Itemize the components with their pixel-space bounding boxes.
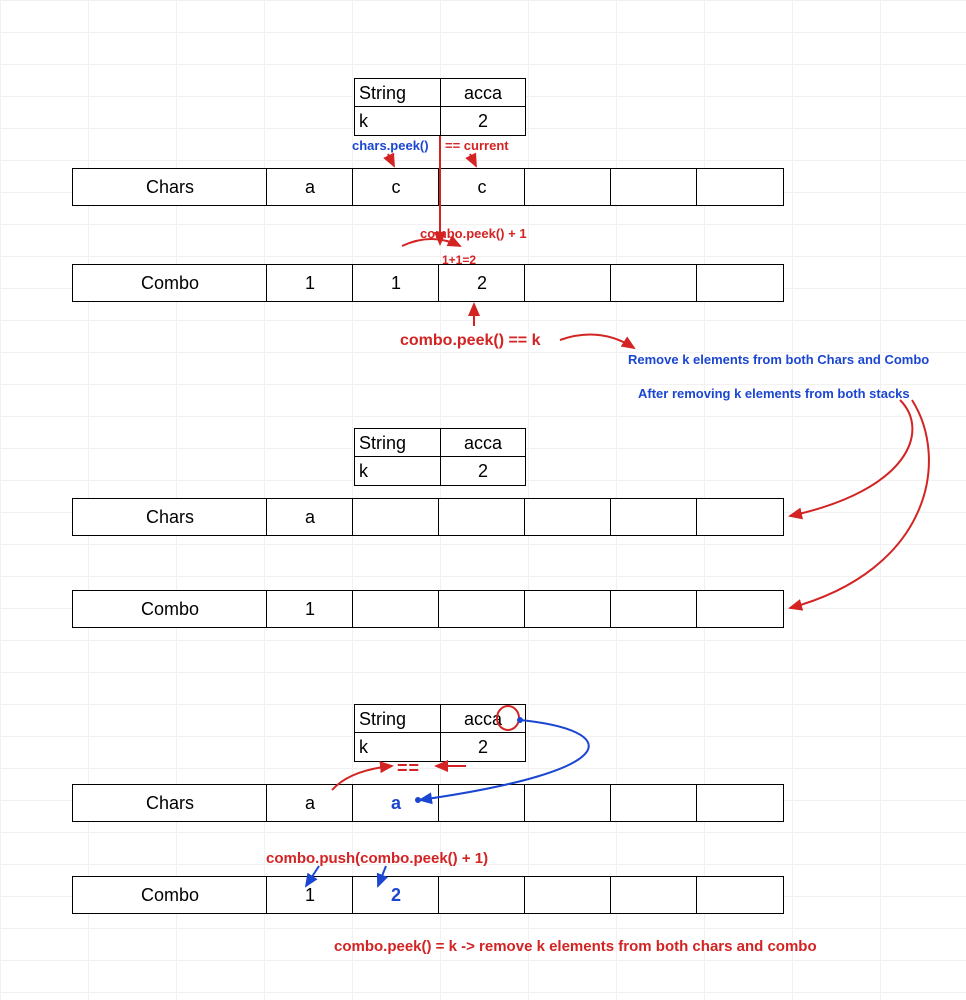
string-label-2: String (354, 428, 446, 458)
ann-eq: == (397, 758, 420, 779)
ann-eq-current: == current (445, 138, 509, 153)
combo-2-c5 (696, 590, 784, 628)
chars-3-c2 (438, 784, 526, 822)
ann-chars-peek: chars.peek() (352, 138, 429, 153)
combo-1-c0: 1 (266, 264, 354, 302)
combo-1-c4 (610, 264, 698, 302)
string-label-3: String (354, 704, 446, 734)
string-label-1: String (354, 78, 446, 108)
chars-1-c5 (696, 168, 784, 206)
combo-label-1: Combo (72, 264, 268, 302)
chars-3-c1: a (352, 784, 440, 822)
chars-1-c2: c (438, 168, 526, 206)
chars-1-c3 (524, 168, 612, 206)
chars-2-c3 (524, 498, 612, 536)
string-val-2: acca (440, 428, 526, 458)
combo-1-c2: 2 (438, 264, 526, 302)
combo-2-c3 (524, 590, 612, 628)
chars-2-c2 (438, 498, 526, 536)
k-val-1: 2 (440, 106, 526, 136)
ann-combo-plus: combo.peek() + 1 (420, 226, 527, 241)
ann-after: After removing k elements from both stac… (638, 386, 910, 401)
combo-1-c5 (696, 264, 784, 302)
combo-2-c2 (438, 590, 526, 628)
ann-final: combo.peek() = k -> remove k elements fr… (334, 938, 817, 955)
ann-remove: Remove k elements from both Chars and Co… (628, 352, 929, 367)
combo-2-c0: 1 (266, 590, 354, 628)
k-label-1: k (354, 106, 446, 136)
string-val-3: acca (440, 704, 526, 734)
combo-3-c4 (610, 876, 698, 914)
combo-label-2: Combo (72, 590, 268, 628)
chars-1-c0: a (266, 168, 354, 206)
chars-2-c5 (696, 498, 784, 536)
chars-1-c4 (610, 168, 698, 206)
combo-2-c1 (352, 590, 440, 628)
chars-label-1: Chars (72, 168, 268, 206)
combo-label-3: Combo (72, 876, 268, 914)
combo-1-c3 (524, 264, 612, 302)
chars-3-c0: a (266, 784, 354, 822)
chars-3-c4 (610, 784, 698, 822)
k-val-2: 2 (440, 456, 526, 486)
string-val-1: acca (440, 78, 526, 108)
combo-2-c4 (610, 590, 698, 628)
k-val-3: 2 (440, 732, 526, 762)
chars-3-c3 (524, 784, 612, 822)
chars-3-c5 (696, 784, 784, 822)
combo-3-c0: 1 (266, 876, 354, 914)
combo-3-c1: 2 (352, 876, 440, 914)
chars-label-3: Chars (72, 784, 268, 822)
k-label-2: k (354, 456, 446, 486)
chars-2-c0: a (266, 498, 354, 536)
combo-3-c3 (524, 876, 612, 914)
combo-1-c1: 1 (352, 264, 440, 302)
chars-2-c4 (610, 498, 698, 536)
ann-push: combo.push(combo.peek() + 1) (266, 850, 488, 867)
chars-label-2: Chars (72, 498, 268, 536)
chars-2-c1 (352, 498, 440, 536)
combo-3-c5 (696, 876, 784, 914)
combo-3-c2 (438, 876, 526, 914)
chars-1-c1: c (352, 168, 440, 206)
ann-combo-eq-k: combo.peek() == k (400, 332, 541, 350)
